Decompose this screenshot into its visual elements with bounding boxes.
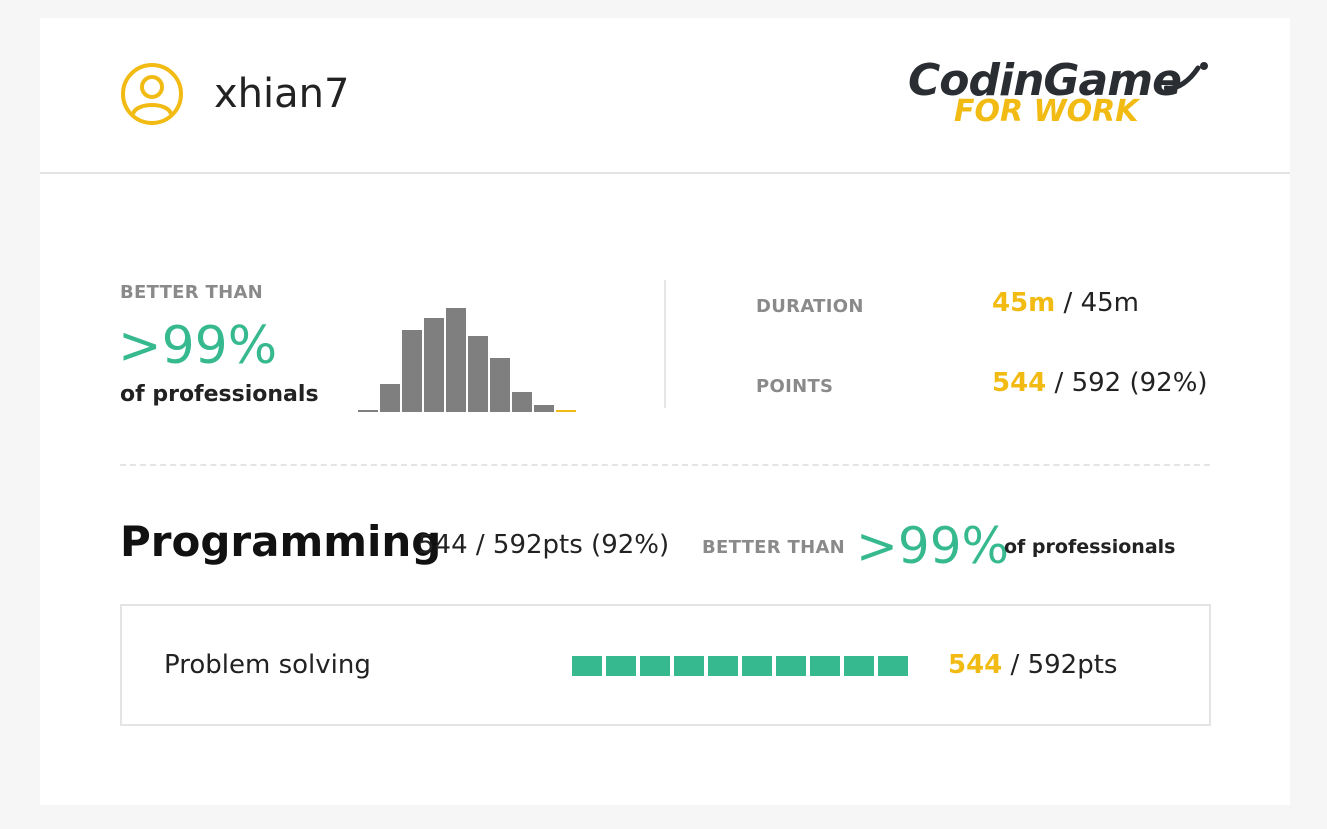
histogram-bar-2: [380, 384, 400, 412]
histogram-bar-6: [468, 336, 488, 412]
skill-bar-segment: [742, 656, 772, 676]
section-divider: [120, 464, 1210, 466]
section-title: Programming: [120, 517, 442, 566]
vertical-divider: [664, 280, 666, 408]
skill-bar-segment: [674, 656, 704, 676]
histogram-bar-1: [358, 410, 378, 412]
overall-percentile-value: >99%: [118, 316, 278, 376]
report-card: xhian7 CodinGame FOR WORK BETTER THAN >9…: [40, 18, 1290, 805]
of-professionals-label: of professionals: [120, 382, 319, 407]
skill-bar-segment: [640, 656, 670, 676]
codingame-logo: CodinGame FOR WORK: [906, 56, 1216, 129]
percentile-histogram: [358, 308, 576, 412]
duration-used: 45m: [992, 288, 1056, 318]
histogram-bar-5: [446, 308, 466, 412]
points-scored: 544: [992, 368, 1047, 398]
skill-name: Problem solving: [164, 650, 371, 680]
histogram-bar-8: [512, 392, 532, 412]
skill-bar-segment: [606, 656, 636, 676]
histogram-bar-4: [424, 318, 444, 412]
points-value: 544 / 592 (92%): [992, 368, 1208, 398]
skill-bar-segment: [776, 656, 806, 676]
better-than-label: BETTER THAN: [120, 282, 264, 303]
skill-bar-segment: [810, 656, 840, 676]
user-circle-icon: [121, 63, 183, 125]
histogram-bar-3: [402, 330, 422, 412]
histogram-bar-9: [534, 405, 554, 412]
skill-bar-segment: [708, 656, 738, 676]
duration-label: DURATION: [756, 296, 864, 317]
duration-value: 45m / 45m: [992, 288, 1139, 318]
skill-bar-segment: [878, 656, 908, 676]
skill-bar-segment: [572, 656, 602, 676]
logo-line2: FOR WORK: [954, 94, 1139, 129]
points-total: / 592 (92%): [1046, 368, 1208, 398]
skill-total: / 592pts: [1002, 650, 1118, 680]
logo-swoosh-icon: [1164, 62, 1208, 91]
histogram-bar-10: [556, 410, 576, 412]
section-points: 544 / 592pts (92%): [418, 530, 670, 560]
skill-score: 544: [948, 650, 1003, 680]
skill-bar-segment: [844, 656, 874, 676]
report-header: xhian7 CodinGame FOR WORK: [40, 18, 1290, 174]
duration-total: / 45m: [1055, 288, 1139, 318]
section-percentile-value: >99%: [856, 517, 1010, 575]
skill-row: Problem solving 544 / 592pts: [120, 604, 1211, 726]
points-label: POINTS: [756, 376, 834, 397]
skill-points: 544 / 592pts: [948, 650, 1117, 680]
histogram-bar-7: [490, 358, 510, 412]
username: xhian7: [214, 71, 350, 117]
section-better-than-label: BETTER THAN: [702, 537, 846, 558]
section-of-professionals: of professionals: [1004, 536, 1176, 558]
